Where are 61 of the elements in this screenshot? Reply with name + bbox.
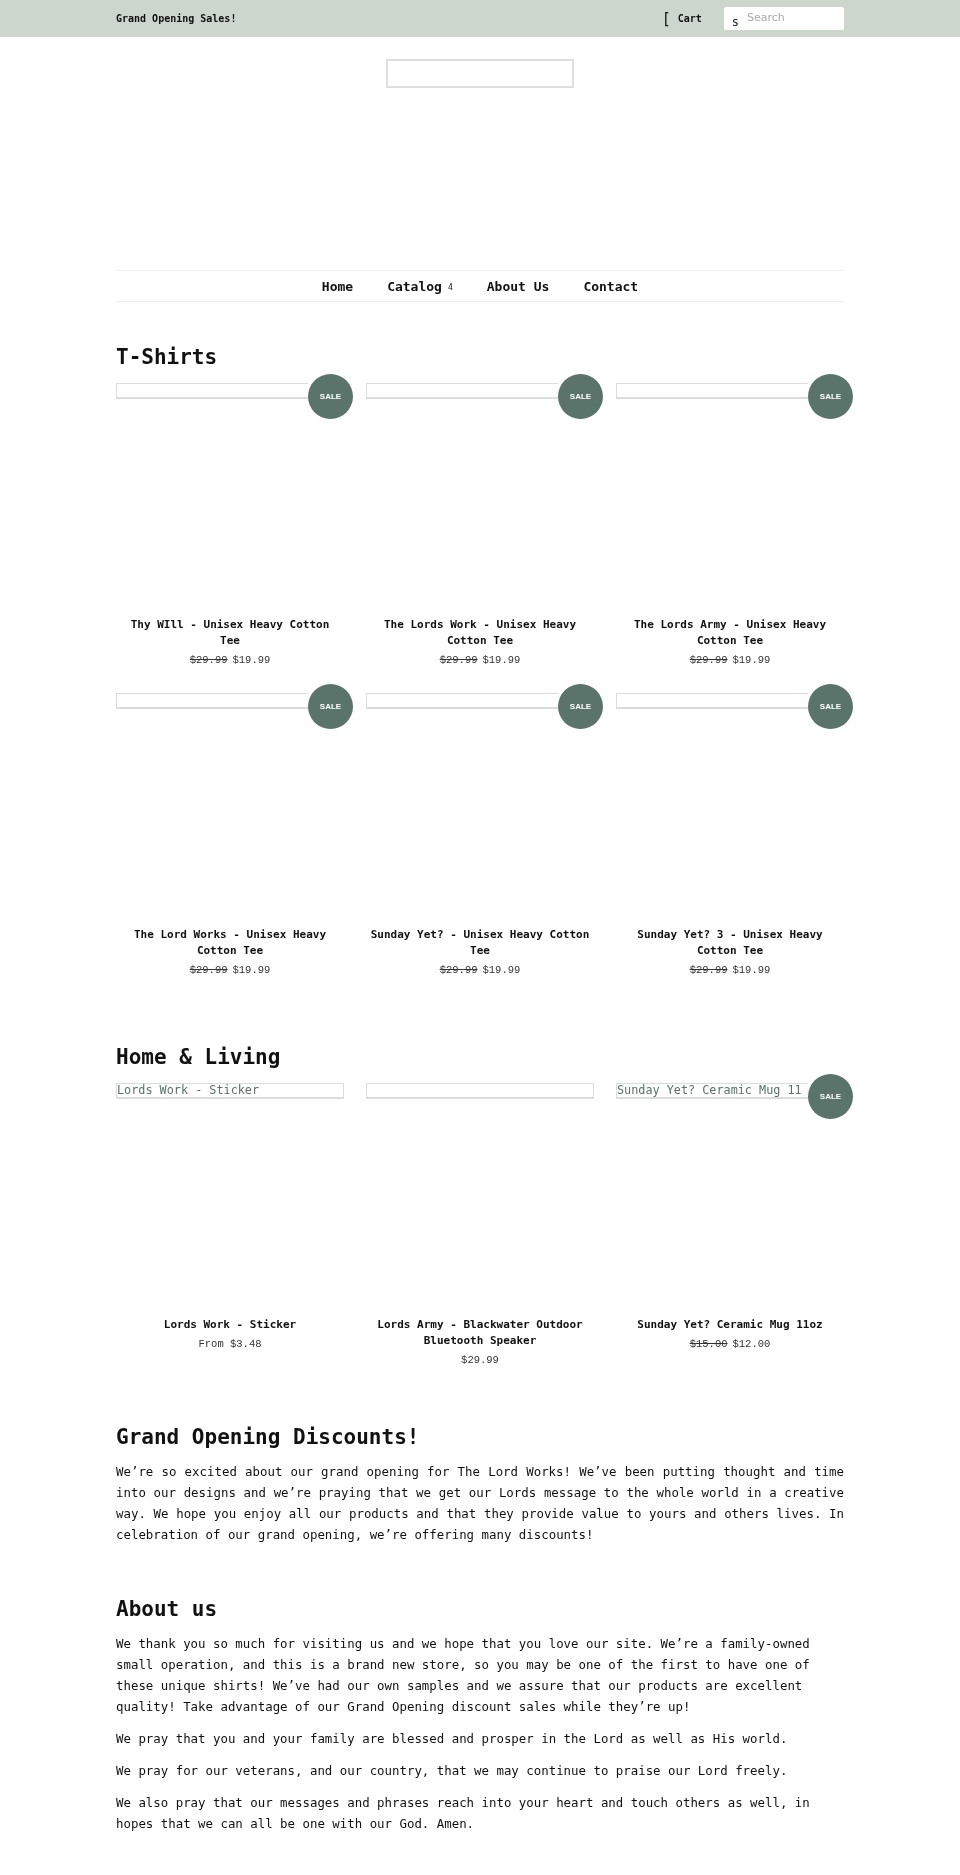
section-heading: Grand Opening Discounts!	[116, 1424, 421, 1450]
price: $12.00	[732, 1337, 771, 1352]
image-placeholder[interactable]	[116, 693, 308, 709]
sale-badge: SALE	[308, 374, 353, 419]
product-title[interactable]: Sunday Yet? 3 - Unisex Heavy Cotton Tee	[619, 927, 841, 959]
logo-placeholder[interactable]	[386, 59, 574, 88]
image-placeholder[interactable]	[366, 1083, 594, 1099]
price: $19.99	[482, 653, 521, 668]
section-heading: Home & Living	[116, 1044, 282, 1070]
compare-price: $29.99	[189, 653, 228, 668]
product-title[interactable]: The Lord Works - Unisex Heavy Cotton Tee	[119, 927, 341, 959]
price: $19.99	[732, 963, 771, 978]
sale-badge: SALE	[808, 1074, 853, 1119]
price: $29.99	[461, 1353, 499, 1368]
image-placeholder[interactable]	[616, 693, 808, 709]
paragraph: We pray for our veterans, and our country, that we may continue to praise our Lord freely.	[116, 1762, 789, 1780]
product-title[interactable]: The Lords Army - Unisex Heavy Cotton Tee	[619, 617, 841, 649]
section-heading: About us	[116, 1596, 219, 1622]
price: From $3.48	[198, 1337, 262, 1352]
image-placeholder[interactable]	[116, 383, 308, 399]
dropdown-glyph: 4	[447, 283, 453, 292]
image-placeholder[interactable]	[366, 693, 558, 709]
search-field[interactable]: Search	[739, 7, 844, 30]
compare-price: $29.99	[189, 963, 228, 978]
paragraph: We also pray that our messages and phrases reach into your heart and touch others as well, in hopes that we can all be one with our God. Amen.	[116, 1794, 811, 1833]
paragraph: We thank you so much for visiting us and we hope that you love our site. We’re a family-owned small operation, and this is a brand new store, so you may be one of the first to have one of these unique shirts! We’ve had our own samples and we assure that our products are excellent quality! Take advantage of our Grand Opening discount sales while they’re up!	[116, 1635, 811, 1716]
image-placeholder[interactable]	[366, 383, 558, 399]
compare-price: $29.99	[689, 963, 728, 978]
product-title[interactable]: Lords Army - Blackwater Outdoor Bluetooth Speaker	[369, 1317, 591, 1349]
search-glyph: s	[723, 7, 739, 30]
price: $19.99	[232, 653, 271, 668]
sale-badge: SALE	[808, 374, 853, 419]
product-title[interactable]: Lords Work - Sticker	[119, 1317, 341, 1333]
nav-link[interactable]: Catalog 4	[387, 278, 453, 294]
section-heading: T-Shirts	[116, 344, 219, 370]
image-placeholder[interactable]: Sunday Yet? Ceramic Mug 11	[616, 1083, 808, 1099]
price: $19.99	[732, 653, 771, 668]
image-placeholder[interactable]	[616, 383, 808, 399]
price: $19.99	[482, 963, 521, 978]
paragraph: We’re so excited about our grand opening for The Lord Works! We’ve been putting thought and time into our designs and we’re praying that we get our Lords message to the whole world in a creative way. We hope you enjoy all our products and that they provide value to yours and others lives. In celebration of our grand opening, we’re offering many discounts!	[116, 1463, 844, 1544]
cart-link[interactable]: [ Cart	[661, 9, 702, 28]
nav-link[interactable]: Contact	[583, 278, 639, 294]
sale-badge: SALE	[558, 374, 603, 419]
compare-price: $29.99	[689, 653, 728, 668]
sale-badge: SALE	[308, 684, 353, 729]
price: $19.99	[232, 963, 271, 978]
paragraph: We pray that you and your family are blessed and prosper in the Lord as well as His world.	[116, 1730, 789, 1748]
product-title[interactable]: Thy WIll - Unisex Heavy Cotton Tee	[119, 617, 341, 649]
compare-price: $29.99	[439, 653, 478, 668]
cart-glyph: [	[661, 9, 671, 28]
compare-price: $29.99	[439, 963, 478, 978]
image-placeholder[interactable]: Lords Work - Sticker	[116, 1083, 344, 1099]
compare-price: $15.00	[689, 1337, 728, 1352]
nav-link[interactable]: Home	[321, 278, 354, 294]
nav-link[interactable]: About Us	[486, 278, 550, 294]
sale-badge: SALE	[558, 684, 603, 729]
product-title[interactable]: Sunday Yet? Ceramic Mug 11oz	[619, 1317, 841, 1333]
product-title[interactable]: Sunday Yet? - Unisex Heavy Cotton Tee	[369, 927, 591, 959]
announcement-text: Grand Opening Sales!	[116, 13, 237, 24]
sale-badge: SALE	[808, 684, 853, 729]
product-title[interactable]: The Lords Work - Unisex Heavy Cotton Tee	[369, 617, 591, 649]
